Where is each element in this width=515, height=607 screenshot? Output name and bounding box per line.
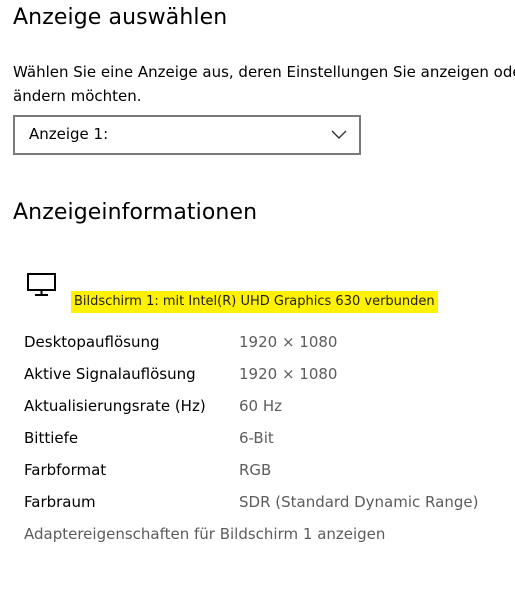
description-line-1: Wählen Sie eine Anzeige aus, deren Einst…	[13, 63, 515, 81]
info-value: RGB	[239, 461, 272, 479]
info-label: Bittiefe	[24, 429, 79, 447]
info-row-color-format: Farbformat RGB	[24, 458, 504, 482]
info-value: 1920 × 1080	[239, 365, 338, 383]
info-label: Desktopauflösung	[24, 333, 160, 351]
info-row-color-space: Farbraum SDR (Standard Dynamic Range)	[24, 490, 504, 514]
display-dropdown-value: Anzeige 1:	[29, 125, 109, 143]
adapter-properties-link[interactable]: Adaptereigenschaften für Bildschirm 1 an…	[24, 522, 385, 546]
select-display-heading: Anzeige auswählen	[13, 5, 228, 30]
display-dropdown[interactable]: Anzeige 1:	[13, 115, 361, 155]
chevron-down-icon	[331, 130, 347, 139]
info-label: Aktualisierungsrate (Hz)	[24, 397, 206, 415]
select-display-description: Wählen Sie eine Anzeige aus, deren Einst…	[13, 60, 515, 108]
monitor-icon	[27, 273, 56, 296]
info-value: 6-Bit	[239, 429, 274, 447]
info-value: SDR (Standard Dynamic Range)	[239, 493, 479, 511]
info-label: Farbformat	[24, 461, 107, 479]
display-info-heading: Anzeigeinformationen	[13, 200, 258, 225]
info-value: 60 Hz	[239, 397, 283, 415]
info-row-bit-depth: Bittiefe 6-Bit	[24, 426, 504, 450]
info-row-active-signal-resolution: Aktive Signalauflösung 1920 × 1080	[24, 362, 504, 386]
adapter-connection-text: Bildschirm 1: mit Intel(R) UHD Graphics …	[71, 291, 438, 313]
info-label: Aktive Signalauflösung	[24, 365, 196, 383]
info-label: Farbraum	[24, 493, 96, 511]
info-value: 1920 × 1080	[239, 333, 338, 351]
info-row-refresh-rate: Aktualisierungsrate (Hz) 60 Hz	[24, 394, 504, 418]
description-line-2: ändern möchten.	[13, 87, 142, 105]
display-settings-page: Anzeige auswählen Wählen Sie eine Anzeig…	[0, 0, 515, 607]
info-row-desktop-resolution: Desktopauflösung 1920 × 1080	[24, 330, 504, 354]
